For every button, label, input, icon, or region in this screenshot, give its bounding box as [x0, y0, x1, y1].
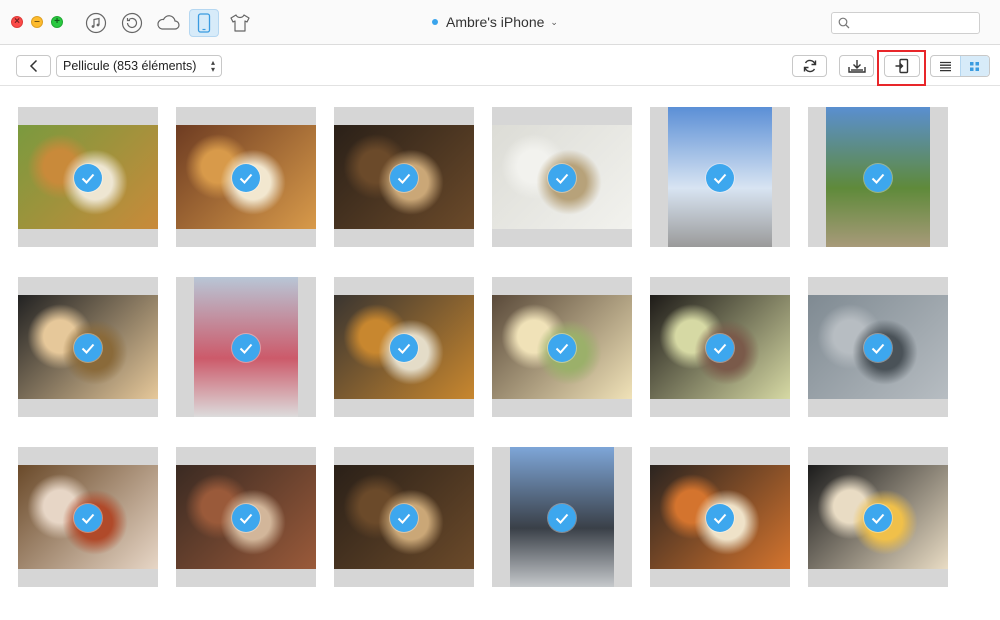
photo-grid [0, 87, 1000, 620]
selected-check-icon[interactable] [548, 334, 576, 362]
photo-thumbnail[interactable] [334, 277, 474, 417]
search-input[interactable] [854, 16, 974, 30]
photo-thumbnail[interactable] [176, 447, 316, 587]
refresh-button[interactable] [792, 55, 827, 77]
photo-thumbnail[interactable] [492, 447, 632, 587]
selected-check-icon[interactable] [74, 164, 102, 192]
photo-thumbnail[interactable] [18, 447, 158, 587]
device-name: Ambre's iPhone [446, 14, 545, 30]
selected-check-icon[interactable] [548, 504, 576, 532]
list-view-button[interactable] [931, 56, 960, 76]
highlight-annotation [877, 50, 926, 86]
tshirt-icon[interactable] [227, 10, 253, 36]
music-icon[interactable] [83, 10, 109, 36]
album-select[interactable]: Pellicule (853 éléments) ▴ ▾ [56, 55, 222, 77]
photo-thumbnail[interactable] [18, 107, 158, 247]
search-box[interactable] [831, 12, 980, 34]
grid-view-button[interactable] [959, 56, 989, 76]
photo-thumbnail[interactable] [334, 447, 474, 587]
updown-chevron-icon: ▴ ▾ [210, 58, 215, 74]
selected-check-icon[interactable] [864, 164, 892, 192]
selected-check-icon[interactable] [864, 504, 892, 532]
selected-check-icon[interactable] [706, 504, 734, 532]
selected-check-icon[interactable] [548, 164, 576, 192]
close-window-button[interactable]: × [11, 16, 23, 28]
selected-check-icon[interactable] [232, 164, 260, 192]
minimize-window-button[interactable]: – [31, 16, 43, 28]
iphone-icon[interactable] [189, 9, 219, 37]
export-to-computer-icon [847, 60, 866, 73]
photo-thumbnail[interactable] [492, 277, 632, 417]
selected-check-icon[interactable] [74, 504, 102, 532]
photo-thumbnail[interactable] [650, 277, 790, 417]
selected-check-icon[interactable] [390, 504, 418, 532]
selected-check-icon[interactable] [232, 504, 260, 532]
chevron-down-icon: ⌄ [550, 16, 558, 27]
list-view-icon [939, 61, 951, 71]
title-bar: × – + Ambre's iPhone ⌄ [0, 0, 1000, 45]
zoom-window-button[interactable]: + [51, 16, 63, 28]
photo-thumbnail[interactable] [808, 277, 948, 417]
photo-thumbnail[interactable] [176, 277, 316, 417]
photo-thumbnail[interactable] [650, 107, 790, 247]
history-icon[interactable] [119, 10, 145, 36]
selected-check-icon[interactable] [864, 334, 892, 362]
selected-check-icon[interactable] [706, 334, 734, 362]
cloud-icon[interactable] [155, 10, 181, 36]
photo-thumbnail[interactable] [808, 107, 948, 247]
photo-thumbnail[interactable] [176, 107, 316, 247]
device-selector[interactable]: Ambre's iPhone ⌄ [432, 12, 558, 32]
selected-check-icon[interactable] [390, 164, 418, 192]
view-mode-toggle [930, 55, 990, 77]
export-to-computer-button[interactable] [839, 55, 874, 77]
album-select-label: Pellicule (853 éléments) [63, 59, 197, 73]
photo-thumbnail[interactable] [492, 107, 632, 247]
photo-thumbnail[interactable] [808, 447, 948, 587]
grid-view-icon [970, 61, 980, 71]
selected-check-icon[interactable] [706, 164, 734, 192]
device-status-dot [432, 19, 438, 25]
photo-thumbnail[interactable] [650, 447, 790, 587]
search-icon [838, 17, 850, 29]
selected-check-icon[interactable] [74, 334, 102, 362]
refresh-icon [803, 59, 816, 73]
selected-check-icon[interactable] [390, 334, 418, 362]
back-button[interactable] [16, 55, 51, 77]
selected-check-icon[interactable] [232, 334, 260, 362]
photo-thumbnail[interactable] [334, 107, 474, 247]
photo-thumbnail[interactable] [18, 277, 158, 417]
toolbar: Pellicule (853 éléments) ▴ ▾ [0, 46, 1000, 86]
chevron-left-icon [29, 59, 37, 73]
